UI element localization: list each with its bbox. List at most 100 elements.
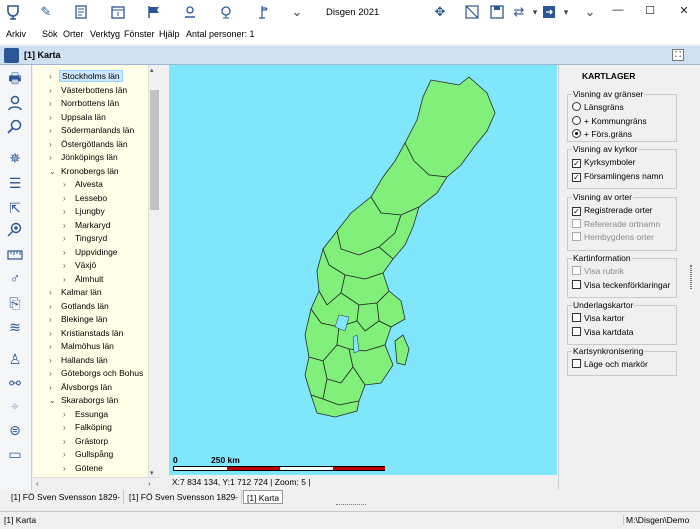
menu-fonster[interactable]: Fönster	[124, 29, 155, 39]
tree-municipality-item[interactable]: › Essunga	[63, 408, 110, 421]
checkbox-checked[interactable]: ✓	[572, 207, 581, 216]
person-icon[interactable]	[4, 93, 26, 113]
tree-collapsed-icon[interactable]: ›	[49, 70, 59, 83]
layers-icon[interactable]: ≋	[4, 317, 26, 337]
horizontal-splitter-grip-icon[interactable]	[336, 504, 366, 507]
tree-county-item[interactable]: › Kalmar län	[49, 286, 104, 299]
tree-county-item[interactable]: ⌄ Skaraborgs län	[49, 394, 120, 407]
right-splitter[interactable]	[683, 65, 700, 490]
tree-vertical-scrollbar[interactable]: ▴ ▾	[148, 65, 160, 477]
tree-collapsed-icon[interactable]: ›	[63, 421, 73, 434]
tree-collapsed-icon[interactable]: ›	[49, 340, 59, 353]
tree-collapsed-icon[interactable]: ›	[63, 435, 73, 448]
tree-municipality-item[interactable]: › Ljungby	[63, 205, 107, 218]
tree-collapsed-icon[interactable]: ›	[49, 138, 59, 151]
tree-collapsed-icon[interactable]: ›	[63, 178, 73, 191]
tree-county-item[interactable]: › Stockholms län	[49, 70, 123, 83]
signpost-icon[interactable]	[253, 3, 271, 21]
tree-scroll-thumb[interactable]	[150, 90, 159, 210]
checkbox-option[interactable]: ✓ Kyrksymboler	[572, 156, 635, 168]
tree-expanded-icon[interactable]: ⌄	[49, 394, 59, 407]
scroll-right-icon[interactable]: ›	[148, 479, 151, 488]
tree-collapsed-icon[interactable]: ›	[63, 462, 73, 475]
tree-collapsed-icon[interactable]: ›	[49, 354, 59, 367]
checkbox-checked[interactable]: ✓	[572, 159, 581, 168]
tree-collapsed-icon[interactable]: ›	[49, 111, 59, 124]
radio-button[interactable]	[572, 102, 581, 111]
tree-collapsed-icon[interactable]: ›	[63, 259, 73, 272]
sweden-map[interactable]	[169, 65, 557, 475]
checkbox-option[interactable]: ✓ Registrerade orter	[572, 204, 653, 216]
maximize-button[interactable]: ☐	[642, 4, 658, 20]
checkbox-option[interactable]: Visa teckenförklaringar	[572, 279, 670, 291]
settings-star-icon[interactable]: ✵	[4, 148, 26, 168]
chevron-down-icon[interactable]: ⌄	[288, 3, 306, 21]
menu-verktyg[interactable]: Verktyg	[90, 29, 120, 39]
tree-municipality-item[interactable]: › Gullspång	[63, 448, 115, 461]
tree-municipality-item[interactable]: › Uppvidinge	[63, 246, 120, 259]
scroll-down-icon[interactable]: ▾	[150, 469, 154, 477]
tree-county-item[interactable]: › Södermanlands län	[49, 124, 136, 137]
tree-collapsed-icon[interactable]: ›	[63, 408, 73, 421]
window-options-icon[interactable]: ⛶	[672, 49, 684, 61]
chevron-down-icon-2[interactable]: ⌄	[581, 3, 599, 21]
tree-collapsed-icon[interactable]: ›	[49, 84, 59, 97]
checkbox-option[interactable]: Visa kartdata	[572, 326, 633, 338]
tree-municipality-item[interactable]: › Tingsryd	[63, 232, 109, 245]
export-icon[interactable]	[540, 3, 558, 21]
search-icon[interactable]	[4, 117, 26, 137]
menu-arkiv[interactable]: Arkiv	[6, 29, 26, 39]
radio-button[interactable]	[572, 129, 581, 138]
tree-collapsed-icon[interactable]: ›	[49, 286, 59, 299]
pointer-icon[interactable]: ⇱	[4, 198, 26, 218]
radio-option[interactable]: + Kommungräns	[572, 115, 647, 127]
menu-hjalp[interactable]: Hjälp	[159, 29, 180, 39]
tree-collapsed-icon[interactable]: ›	[63, 192, 73, 205]
tree-county-item[interactable]: › Uppsala län	[49, 111, 108, 124]
tree-collapsed-icon[interactable]: ›	[49, 124, 59, 137]
tab-2[interactable]: [1] Karta	[243, 490, 284, 504]
tree-county-item[interactable]: › Göteborgs och Bohus	[49, 367, 145, 380]
edit-note-icon[interactable]	[73, 3, 91, 21]
move-icon[interactable]: ✥	[431, 3, 449, 21]
tree-collapsed-icon[interactable]: ›	[49, 367, 59, 380]
tree-municipality-item[interactable]: › Markaryd	[63, 219, 112, 232]
radio-button[interactable]	[572, 115, 581, 125]
splitter-grip-icon[interactable]	[690, 265, 692, 289]
tree-collapsed-icon[interactable]: ›	[63, 219, 73, 232]
map-canvas[interactable]: 0 250 km	[169, 65, 557, 475]
tree-collapsed-icon[interactable]: ›	[49, 381, 59, 394]
menu-sok[interactable]: Sök	[42, 29, 58, 39]
tab-0[interactable]: [1] FÖ Sven Svensson 1829-	[8, 490, 125, 504]
globe-tool-icon[interactable]: ⊜	[4, 420, 26, 440]
tree-county-item[interactable]: › Malmöhus län	[49, 340, 116, 353]
scroll-left-icon[interactable]: ‹	[36, 479, 39, 488]
app-logo-icon[interactable]	[4, 3, 22, 21]
tree-county-item[interactable]: › Gotlands län	[49, 300, 111, 313]
tree-municipality-item[interactable]: › Falköping	[63, 421, 114, 434]
tree-county-item[interactable]: › Älvsborgs län	[49, 381, 114, 394]
checkbox-unchecked[interactable]	[572, 279, 581, 289]
tree-horizontal-scrollbar[interactable]: ‹ ›	[33, 477, 160, 490]
scroll-up-icon[interactable]: ▴	[150, 66, 154, 74]
checkbox-checked[interactable]: ✓	[572, 172, 581, 182]
close-button[interactable]: ✕	[676, 4, 692, 20]
tree-municipality-item[interactable]: › Lessebo	[63, 192, 109, 205]
ruler-icon[interactable]	[4, 245, 26, 265]
tree-county-item[interactable]: › Östergötlands län	[49, 138, 130, 151]
tree-collapsed-icon[interactable]: ›	[49, 313, 59, 326]
tree-municipality-item[interactable]: › Grästorp	[63, 435, 110, 448]
checkbox-option[interactable]: Visa kartor	[572, 312, 624, 324]
no-map-icon[interactable]	[463, 3, 481, 21]
tree-collapsed-icon[interactable]: ›	[49, 300, 59, 313]
radio-option[interactable]: Länsgräns	[572, 101, 624, 113]
minimize-button[interactable]: —	[610, 4, 626, 20]
tree-expanded-icon[interactable]: ⌄	[49, 165, 59, 178]
tree-municipality-item[interactable]: › Älmhult	[63, 273, 105, 286]
route-icon[interactable]: ♂	[4, 268, 26, 288]
tab-1[interactable]: [1] FÖ Sven Svensson 1829-	[126, 490, 243, 504]
signpost-tool-icon[interactable]: ⎘	[4, 293, 26, 313]
tree-municipality-item[interactable]: › Växjö	[63, 259, 98, 272]
location-icon[interactable]	[181, 3, 199, 21]
path-tool-icon[interactable]: ⚯	[4, 373, 26, 393]
